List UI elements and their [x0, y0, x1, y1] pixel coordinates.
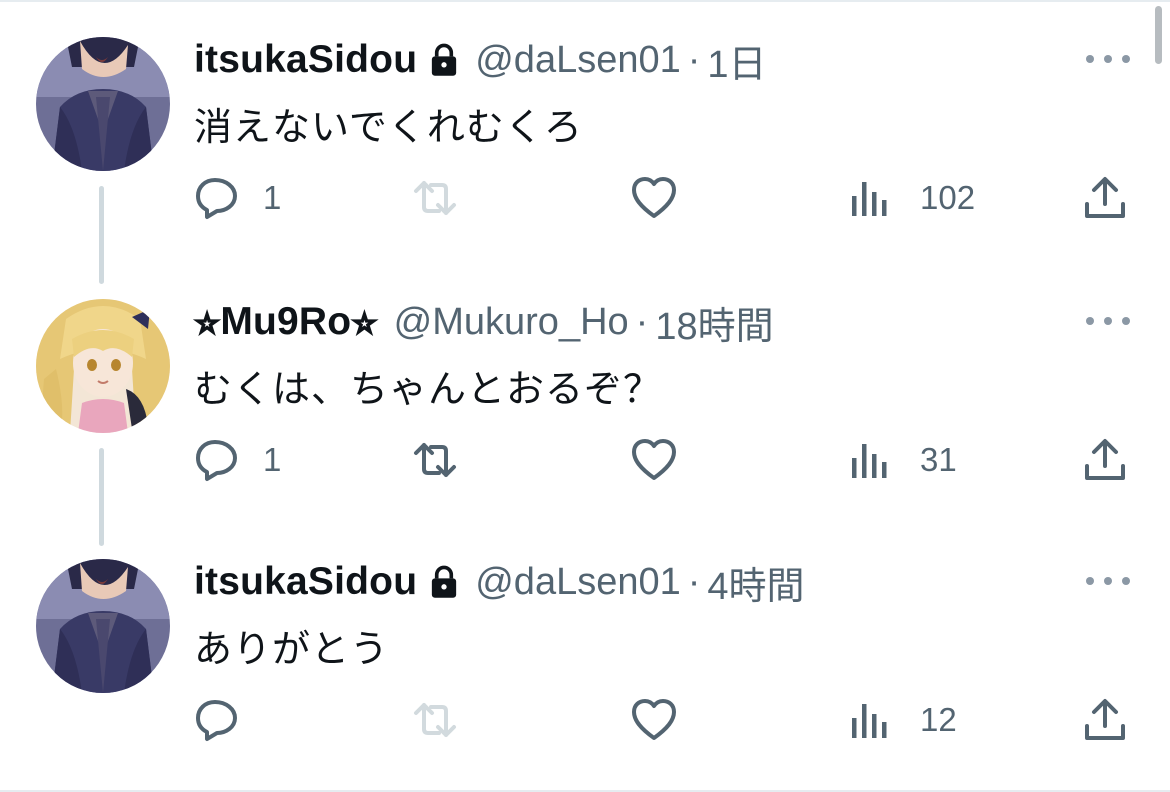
display-name[interactable]: ⭐︎Mu9Ro⭐︎: [194, 300, 378, 344]
user-handle[interactable]: @daLsen01: [475, 39, 681, 82]
display-name[interactable]: itsukaSidou: [194, 38, 417, 82]
timestamp[interactable]: 18時間: [655, 295, 773, 350]
retweet-icon: [414, 443, 456, 477]
timestamp[interactable]: 1日: [707, 33, 766, 88]
tweet-header: ⭐︎Mu9Ro⭐︎ @Mukuro_Ho · 18時間: [194, 298, 774, 348]
tweet[interactable]: itsukaSidou @daLsen01 · 1日 消えないでくれむくろ 1: [0, 0, 1170, 284]
view-count: 31: [920, 441, 957, 478]
separator-dot: ·: [687, 38, 701, 81]
tweet-header: itsukaSidou @daLsen01 · 4時間: [194, 558, 805, 608]
reply-button[interactable]: [193, 692, 241, 748]
bar-chart-icon: [852, 444, 887, 478]
share-icon: [1085, 177, 1125, 218]
blonde-girl-avatar-icon: [36, 299, 170, 433]
tweet[interactable]: ⭐︎Mu9Ro⭐︎ @Mukuro_Ho · 18時間 むくは、ちゃんとおるぞ？…: [0, 262, 1170, 546]
heart-icon: [632, 177, 676, 218]
share-button[interactable]: [1081, 170, 1129, 226]
reply-count: 1: [263, 179, 282, 216]
separator-dot: ·: [687, 560, 701, 603]
tweet-text: 消えないでくれむくろ: [194, 105, 583, 149]
share-icon: [1085, 439, 1125, 480]
reply-icon: [196, 440, 237, 481]
separator-dot: ·: [635, 300, 649, 343]
more-options-icon[interactable]: [1086, 306, 1130, 336]
reply-button[interactable]: 1: [193, 432, 281, 488]
tweet-header: itsukaSidou @daLsen01 · 1日: [194, 36, 767, 86]
heart-icon: [632, 699, 676, 740]
tweet-text: ありがとう: [194, 627, 390, 671]
views-button[interactable]: 31: [846, 432, 957, 488]
avatar[interactable]: [36, 37, 170, 171]
avatar[interactable]: [36, 299, 170, 433]
bar-chart-icon: [852, 182, 887, 216]
retweet-icon: [414, 703, 456, 737]
lock-icon: [429, 564, 459, 600]
views-button[interactable]: 12: [846, 692, 957, 748]
retweet-button[interactable]: [411, 692, 459, 748]
like-button[interactable]: [630, 692, 678, 748]
views-button[interactable]: 102: [846, 170, 975, 226]
reply-button[interactable]: 1: [193, 170, 281, 226]
action-bar: 1 102: [0, 170, 1170, 226]
more-options-icon[interactable]: [1086, 44, 1130, 74]
display-name[interactable]: itsukaSidou: [194, 560, 417, 604]
reply-count: 1: [263, 441, 282, 478]
like-button[interactable]: [630, 432, 678, 488]
user-handle[interactable]: @daLsen01: [475, 561, 681, 604]
lock-icon: [429, 42, 459, 78]
heart-icon: [632, 439, 676, 480]
avatar[interactable]: [36, 559, 170, 693]
reply-icon: [196, 178, 237, 219]
retweet-button[interactable]: [411, 170, 459, 226]
view-count: 102: [920, 179, 976, 216]
tweet-text: むくは、ちゃんとおるぞ？: [194, 367, 663, 411]
timestamp[interactable]: 4時間: [707, 555, 804, 610]
action-bar: 1 31: [0, 432, 1170, 488]
reply-icon: [196, 700, 237, 741]
share-button[interactable]: [1081, 692, 1129, 748]
dark-haired-boy-avatar-icon: [36, 559, 170, 693]
retweet-button[interactable]: [411, 432, 459, 488]
action-bar: 12: [0, 692, 1170, 748]
dark-haired-boy-avatar-icon: [36, 37, 170, 171]
user-handle[interactable]: @Mukuro_Ho: [394, 301, 629, 344]
bar-chart-icon: [852, 704, 887, 738]
share-icon: [1085, 699, 1125, 740]
conversation-thread: itsukaSidou @daLsen01 · 1日 消えないでくれむくろ 1: [0, 0, 1170, 792]
tweet[interactable]: itsukaSidou @daLsen01 · 4時間 ありがとう 12: [0, 522, 1170, 784]
like-button[interactable]: [630, 170, 678, 226]
more-options-icon[interactable]: [1086, 566, 1130, 596]
share-button[interactable]: [1081, 432, 1129, 488]
retweet-icon: [414, 181, 456, 215]
view-count: 12: [920, 701, 957, 738]
